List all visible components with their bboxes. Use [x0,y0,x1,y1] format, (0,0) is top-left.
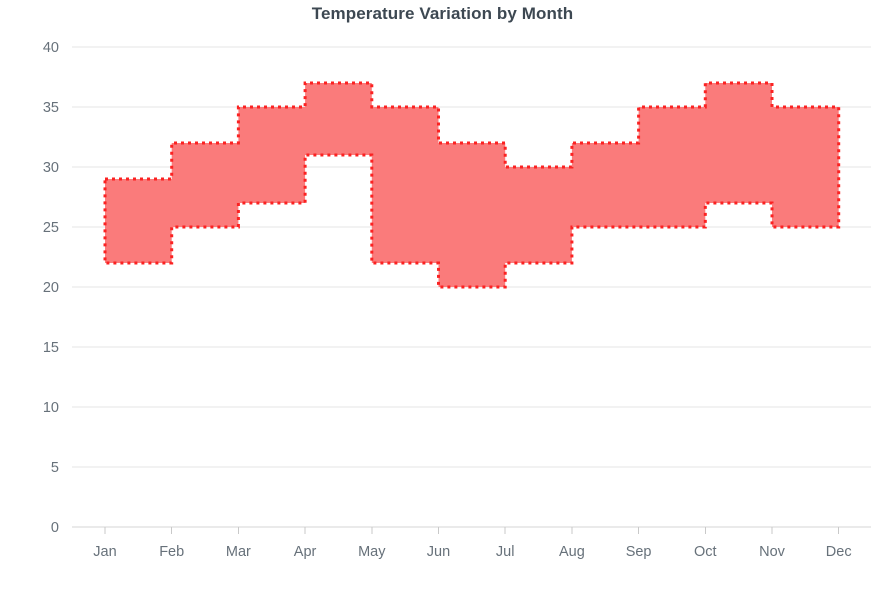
x-tick-label: Mar [226,544,251,560]
x-tick-label: Apr [294,544,317,560]
y-tick-label: 20 [43,280,59,296]
y-tick-label: 5 [51,460,59,476]
y-tick-label: 30 [43,160,59,176]
y-tick-label: 0 [51,520,59,536]
temperature-range-fill [105,83,839,287]
x-tick-label: Jun [427,544,450,560]
y-tick-label: 10 [43,400,59,416]
y-tick-label: 40 [43,40,59,56]
temperature-range-series [103,81,841,289]
x-axis-tick-labels: Jan Feb Mar Apr May Jun Jul Aug Sep Oct Nov Dec [93,544,851,560]
x-tick-label: Jan [93,544,116,560]
x-tick-label: Sep [626,544,652,560]
chart-root: Temperature Variation by Month 0 5 10 15 20 2… [0,0,885,600]
x-tick-label: Aug [559,544,585,560]
x-tick-label: Dec [826,544,852,560]
x-axis [72,526,871,534]
x-tick-label: Feb [159,544,184,560]
y-axis-tick-labels: 0 5 10 15 20 25 30 35 40 [43,40,59,536]
y-tick-label: 35 [43,100,59,116]
x-tick-label: May [358,544,386,560]
y-tick-label: 25 [43,220,59,236]
x-tick-label: Nov [759,544,786,560]
x-tick-label: Oct [694,544,717,560]
x-tick-label: Jul [496,544,515,560]
step-area-chart-plot: 0 5 10 15 20 25 30 35 40 Jan Feb Mar Apr May Jun Jul Au… [43,40,871,560]
y-tick-label: 15 [43,340,59,356]
